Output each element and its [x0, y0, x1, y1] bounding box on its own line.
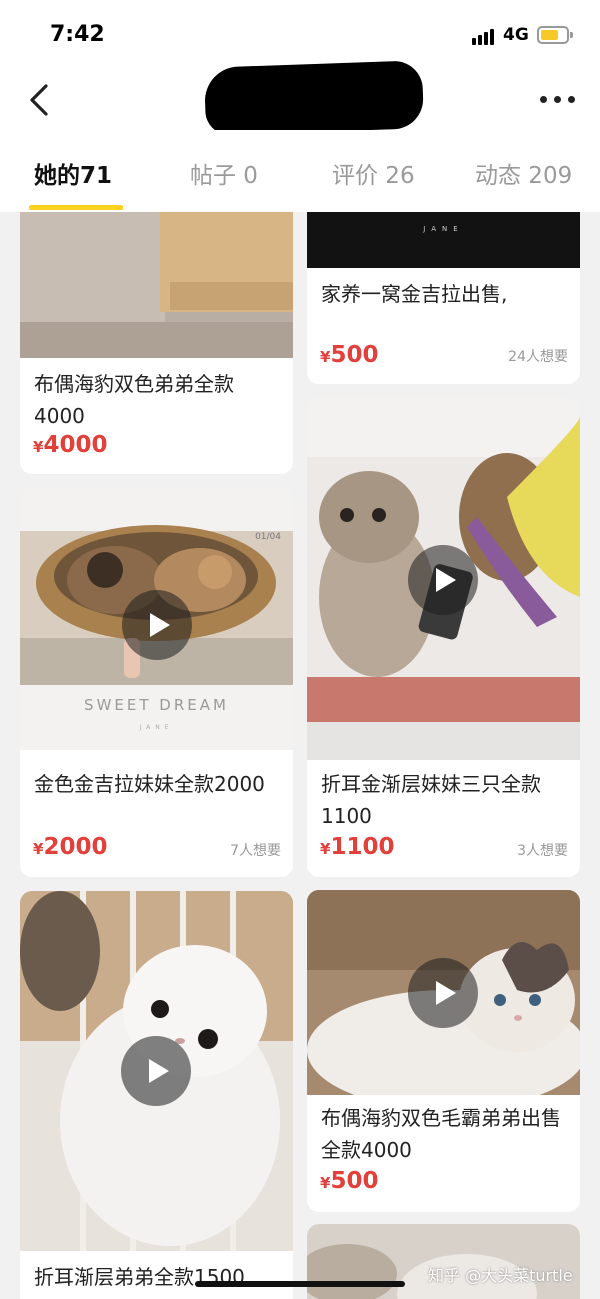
home-indicator[interactable]	[195, 1281, 405, 1287]
listing-image	[20, 212, 293, 358]
image-brand-text: JANE	[423, 225, 464, 233]
tab-activity[interactable]: 动态 209	[475, 156, 572, 190]
listing-price: ¥500	[320, 1168, 379, 1194]
play-icon[interactable]	[408, 545, 478, 615]
chevron-left-icon[interactable]	[26, 80, 56, 120]
listing-card[interactable]: 01/04 SWEET DREAM JANE 金色金吉拉妹妹全款2000 ¥20…	[20, 488, 293, 877]
image-caption: SWEET DREAM	[84, 696, 229, 714]
listing-image	[307, 397, 580, 760]
listing-image: 01/04 SWEET DREAM JANE	[20, 488, 293, 750]
listing-image	[20, 891, 293, 1251]
play-icon[interactable]	[408, 958, 478, 1028]
listing-title: 金色金吉拉妹妹全款2000	[34, 772, 265, 796]
listing-title: 折耳金渐层妹妹三只全款1100	[321, 772, 541, 828]
listing-card[interactable]: 布偶海豹双色毛霸弟弟出售全款4000 ¥500	[307, 890, 580, 1212]
listing-card[interactable]: 折耳渐层弟弟全款1500	[20, 891, 293, 1299]
listing-image	[307, 890, 580, 1095]
status-bar: 7:42 4G	[0, 0, 600, 70]
image-counter: 01/04	[255, 532, 281, 542]
listing-card[interactable]: 布偶海豹双色弟弟全款4000 ¥4000	[20, 212, 293, 474]
tab-posts[interactable]: 帖子 0	[190, 156, 258, 190]
more-horizontal-icon[interactable]	[540, 96, 576, 104]
battery-icon	[537, 26, 573, 44]
listing-card[interactable]: 折耳金渐层妹妹三只全款1100 ¥1100 3人想要	[307, 397, 580, 877]
listing-price: ¥4000	[33, 432, 108, 458]
watermark-text: 知乎 @大头菜turtle	[428, 1266, 573, 1285]
redacted-username	[203, 60, 425, 136]
listing-card[interactable]: JANE 家养一窝金吉拉出售, ¥500 24人想要	[307, 212, 580, 384]
want-count: 24人想要	[508, 349, 568, 365]
listing-price: ¥2000	[33, 834, 108, 860]
listing-price: ¥500	[320, 342, 379, 368]
want-count: 3人想要	[517, 843, 568, 859]
listing-title: 布偶海豹双色弟弟全款4000	[34, 372, 234, 428]
play-icon[interactable]	[121, 1036, 191, 1106]
listing-title: 家养一窝金吉拉出售,	[321, 282, 508, 306]
listing-image: JANE	[307, 212, 580, 268]
header	[0, 60, 600, 136]
active-tab-indicator	[29, 205, 123, 210]
network-type: 4G	[503, 25, 529, 45]
profile-tabs: 她的71 帖子 0 评价 26 动态 209	[0, 130, 600, 212]
listing-price: ¥1100	[320, 834, 395, 860]
tab-her-items[interactable]: 她的71	[34, 156, 112, 190]
listing-title: 折耳渐层弟弟全款1500	[34, 1265, 245, 1289]
listing-title: 布偶海豹双色毛霸弟弟出售全款4000	[321, 1106, 561, 1162]
want-count: 7人想要	[230, 843, 281, 859]
signal-icon	[472, 27, 498, 45]
tab-reviews[interactable]: 评价 26	[332, 156, 415, 190]
play-icon[interactable]	[122, 590, 192, 660]
image-brand-text: JANE	[139, 724, 174, 731]
status-time: 7:42	[50, 22, 105, 47]
